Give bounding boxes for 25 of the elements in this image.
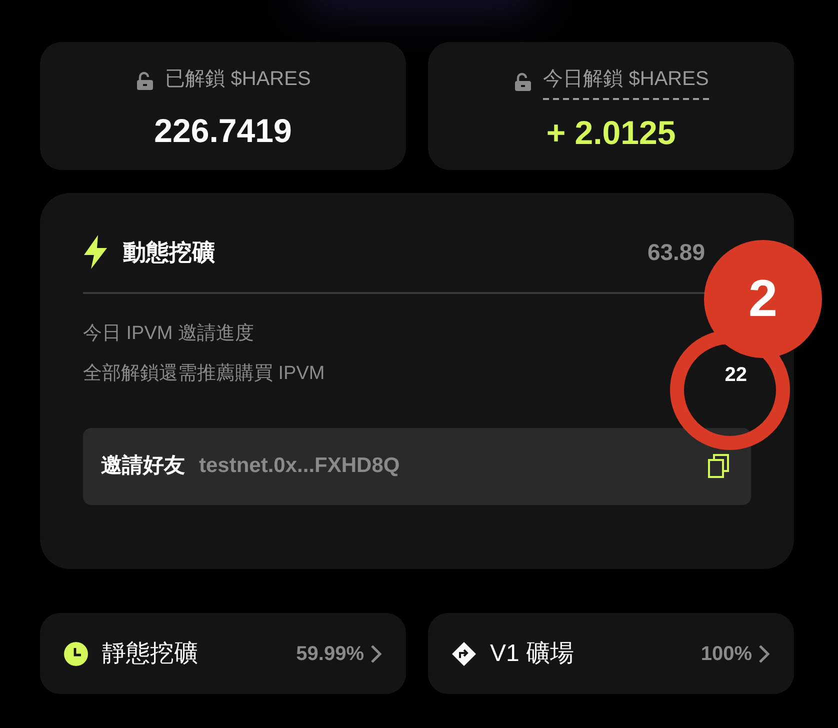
invite-field[interactable]: 邀請好友 testnet.0x...FXHD8Q — [83, 428, 751, 504]
info-label: 全部解鎖還需推薦購買 IPVM — [83, 362, 325, 386]
lightning-icon — [83, 235, 109, 270]
info-value: 22 — [724, 362, 747, 388]
stat-label: 今日解鎖 $HARES — [543, 64, 709, 100]
invite-label: 邀請好友 — [101, 453, 185, 480]
percent-value: 59.99% — [296, 642, 364, 666]
link-label: 靜態挖礦 — [102, 638, 199, 668]
stat-value: + 2.0125 — [546, 113, 676, 153]
section-title: 動態挖礦 — [123, 238, 215, 267]
chevron-right-icon — [370, 644, 382, 664]
chevron-right-icon — [758, 644, 770, 664]
info-label: 今日 IPVM 邀請進度 — [83, 322, 254, 346]
unlock-icon — [513, 72, 534, 92]
percent-value: 100% — [700, 642, 752, 666]
mining-link-button[interactable]: 靜態挖礦 59.99% — [40, 613, 406, 694]
unlock-icon — [135, 71, 156, 91]
percent-value: 63.89 — [647, 238, 705, 267]
link-label: V1 礦場 — [490, 638, 576, 668]
wallet-address: testnet.0x...FXHD8Q — [199, 453, 401, 480]
clock-icon — [64, 642, 88, 666]
direction-sign-icon — [452, 642, 476, 666]
stat-value: 226.7419 — [154, 111, 292, 151]
stat-label: 已解鎖 $HARES — [165, 67, 311, 92]
mining-link-button[interactable]: V1 礦場 100% — [428, 613, 794, 694]
